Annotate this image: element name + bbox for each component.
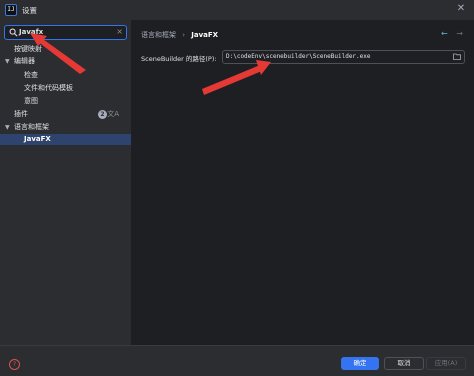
sidebar-item-keymap[interactable]: 按键映射 — [0, 44, 131, 55]
plugins-count-badge: 2 — [98, 110, 107, 119]
forward-arrow-icon[interactable]: → — [456, 29, 463, 38]
back-arrow-icon[interactable]: ← — [441, 29, 448, 38]
sidebar-item-label: 编辑器 — [14, 57, 35, 65]
path-value: D:\codeEnv\scenebuilder\SceneBuilder.exe — [226, 53, 371, 60]
sidebar-item-label: 检查 — [24, 71, 38, 79]
breadcrumb-separator: › — [182, 31, 186, 39]
sidebar-item-languages-frameworks[interactable]: ▼ 语言和框架 — [0, 122, 131, 133]
search-text: Javafx — [19, 28, 44, 36]
chevron-down-icon[interactable]: ▼ — [5, 122, 10, 133]
sidebar-item-label: 意图 — [24, 97, 38, 105]
window-title: 设置 — [22, 6, 37, 15]
breadcrumb: 语言和框架 › JavaFX — [141, 30, 218, 40]
breadcrumb-current: JavaFX — [191, 31, 219, 39]
sidebar-item-javafx[interactable]: JavaFX — [0, 134, 131, 145]
clear-search-icon[interactable]: × — [116, 27, 123, 37]
app-logo: IJ — [5, 4, 17, 16]
cancel-button[interactable]: 取消 — [384, 357, 424, 370]
sidebar: Javafx × 按键映射 ▼ 编辑器 检查 文件和代码模板 意图 插件 2 文… — [0, 20, 132, 345]
title-bar: IJ 设置 ✕ — [0, 0, 474, 20]
main-panel: 语言和框架 › JavaFX ← → SceneBuilder 的路径(P): … — [132, 20, 474, 345]
sidebar-item-plugins[interactable]: 插件 2 文A — [0, 109, 131, 120]
scenebuilder-path-label: SceneBuilder 的路径(P): — [141, 55, 217, 63]
help-icon[interactable]: ? — [9, 359, 20, 370]
ok-button[interactable]: 确定 — [341, 357, 379, 370]
sidebar-item-intentions[interactable]: 意图 — [0, 96, 131, 107]
sidebar-item-label: 语言和框架 — [14, 123, 49, 131]
search-icon — [9, 28, 18, 37]
sidebar-item-label: JavaFX — [24, 135, 51, 143]
folder-icon[interactable] — [453, 53, 461, 60]
footer: ? 确定 取消 应用(A) — [0, 345, 474, 376]
translate-icon: 文A — [107, 110, 119, 118]
sidebar-item-label: 插件 — [14, 110, 28, 118]
close-icon[interactable]: ✕ — [454, 2, 468, 16]
sidebar-item-inspections[interactable]: 检查 — [0, 70, 131, 81]
search-input[interactable]: Javafx × — [4, 25, 127, 40]
sidebar-item-file-templates[interactable]: 文件和代码模板 — [0, 83, 131, 94]
sidebar-item-editor[interactable]: ▼ 编辑器 — [0, 56, 131, 67]
sidebar-item-label: 按键映射 — [14, 45, 42, 53]
scenebuilder-path-field[interactable]: D:\codeEnv\scenebuilder\SceneBuilder.exe — [222, 50, 465, 64]
sidebar-item-label: 文件和代码模板 — [24, 84, 73, 92]
breadcrumb-parent[interactable]: 语言和框架 — [141, 31, 176, 39]
nav-arrows: ← → — [441, 29, 463, 38]
apply-button[interactable]: 应用(A) — [426, 357, 466, 370]
chevron-down-icon[interactable]: ▼ — [5, 56, 10, 67]
